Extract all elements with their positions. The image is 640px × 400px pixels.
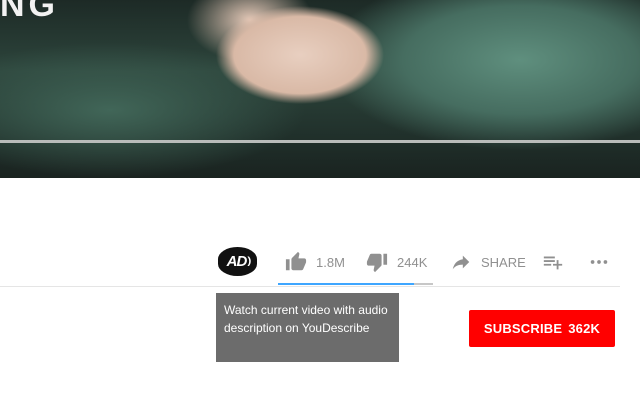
share-button[interactable]: SHARE <box>450 250 526 274</box>
like-dislike-ratio-bar <box>278 283 433 285</box>
like-button[interactable]: 1.8M <box>285 250 345 274</box>
video-progress-bar[interactable] <box>0 140 640 143</box>
audio-description-button[interactable]: AD ))) <box>218 247 257 276</box>
like-count: 1.8M <box>316 254 345 270</box>
share-arrow-icon <box>452 255 470 270</box>
video-action-bar: AD ))) 1.8M 244K SHARE <box>0 242 620 282</box>
like-ratio-fill <box>278 283 415 285</box>
thumbs-up-icon <box>285 251 307 271</box>
more-horizontal-icon <box>590 260 608 264</box>
subscribe-label: SUBSCRIBE <box>483 321 563 336</box>
audio-waves-icon: ))) <box>247 256 251 267</box>
playlist-add-icon <box>543 256 563 270</box>
thumbs-down-icon <box>366 253 388 273</box>
subscribe-button[interactable]: SUBSCRIBE 362K <box>469 310 615 347</box>
video-player[interactable]: NG <box>0 0 640 178</box>
dislike-button[interactable]: 244K <box>366 250 427 274</box>
share-label: SHARE <box>481 254 526 270</box>
audio-description-icon: AD <box>226 253 248 270</box>
dislike-count: 244K <box>397 254 428 270</box>
section-divider <box>0 286 620 287</box>
more-actions-button[interactable] <box>588 250 610 274</box>
save-to-playlist-button[interactable] <box>542 250 564 274</box>
video-frame-text: NG <box>0 0 59 24</box>
subscriber-count: 362K <box>568 321 601 336</box>
audio-description-tooltip: Watch current video with audio descripti… <box>216 293 399 362</box>
